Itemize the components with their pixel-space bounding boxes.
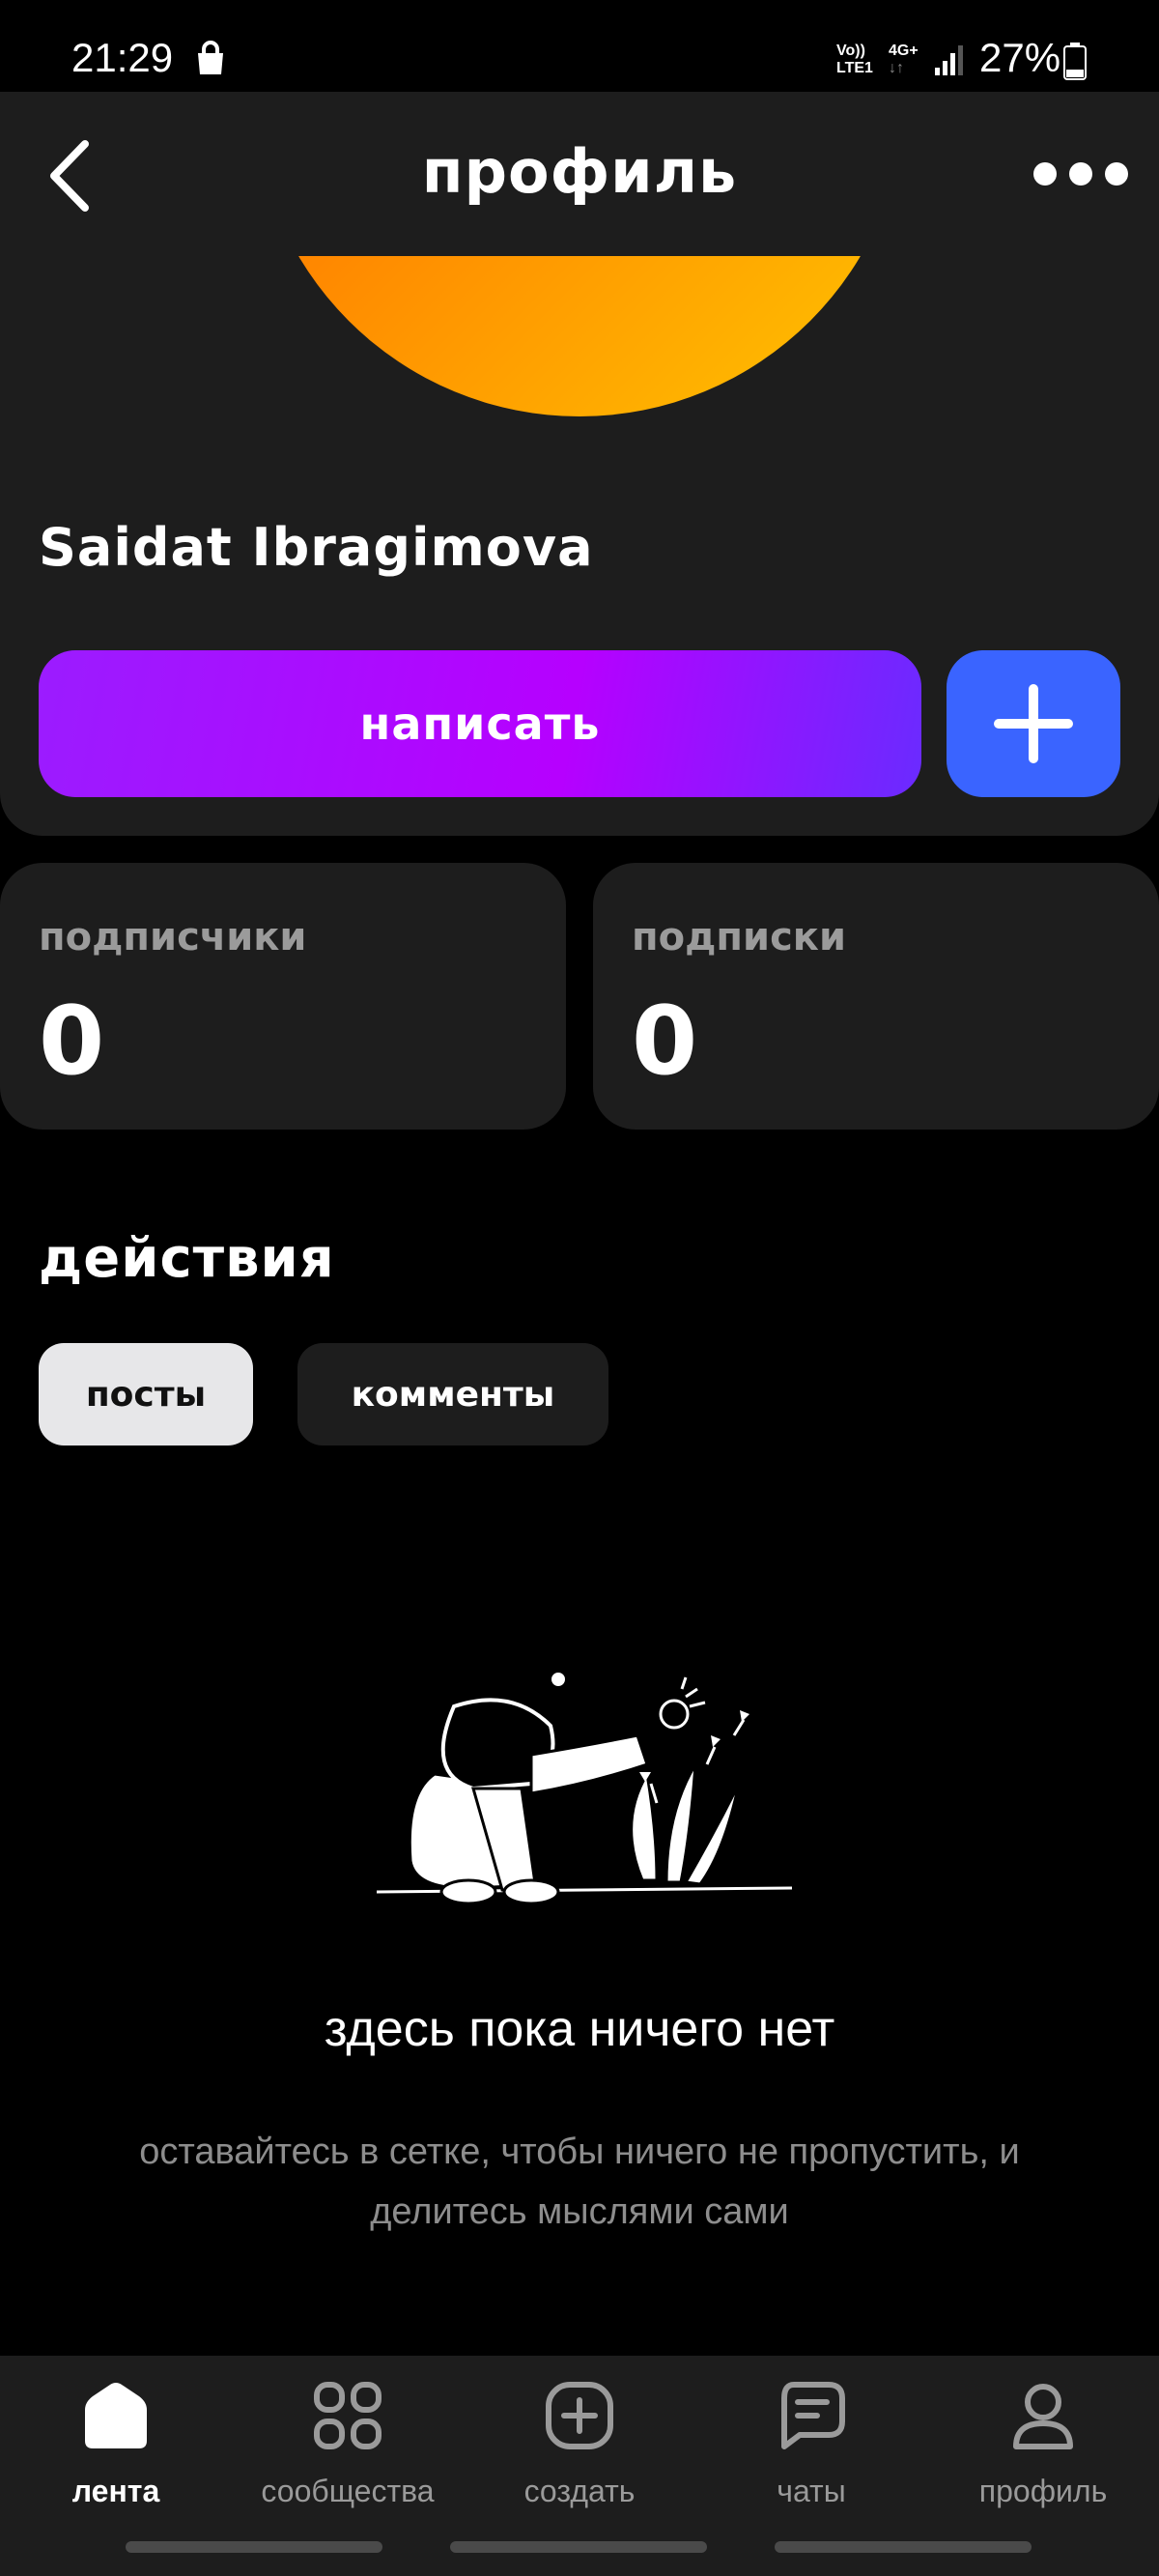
user-icon <box>1013 2384 1073 2449</box>
status-bar: 21:29 Vo)) LTE1 4G+ ↓↑ 27% <box>0 0 1159 92</box>
nav-item-create[interactable]: создать <box>464 2356 695 2539</box>
nav-label-feed: лента <box>71 2474 160 2508</box>
following-card[interactable]: подписки 0 <box>593 863 1159 1130</box>
gesture-bar-right <box>775 2541 1032 2553</box>
data-type: 4G+ ↓↑ <box>889 43 919 77</box>
network-volte: Vo)) <box>836 43 865 59</box>
nav-label-create: создать <box>523 2474 636 2508</box>
nav-item-chats[interactable]: чаты <box>695 2356 927 2539</box>
empty-state-title: здесь пока ничего нет <box>324 2001 835 2057</box>
empty-state-text: оставайтесь в сетке, чтобы ничего не про… <box>139 2132 1020 2232</box>
page-title: профиль <box>421 136 738 207</box>
home-icon <box>85 2383 147 2448</box>
app-bar: профиль <box>0 92 1159 256</box>
data-arrows-icon: ↓↑ <box>889 60 904 76</box>
followers-card[interactable]: подписчики 0 <box>0 863 566 1130</box>
nav-label-chats: чаты <box>777 2474 846 2508</box>
section-title-activity: действия <box>39 1227 335 1290</box>
network-indicator: Vo)) LTE1 <box>836 43 873 77</box>
tab-posts[interactable]: посты <box>39 1343 253 1445</box>
profile-name: Saidat Ibragimova <box>39 517 594 578</box>
grid-icon <box>314 2382 382 2449</box>
nav-item-feed[interactable]: лента <box>0 2356 232 2539</box>
gesture-bar-left <box>126 2541 382 2553</box>
nav-label-communities: сообщества <box>261 2474 435 2508</box>
chat-icon <box>781 2382 845 2449</box>
battery-percent: 27% <box>979 35 1061 80</box>
signal-icon <box>935 45 963 75</box>
nav-label-profile: профиль <box>978 2474 1108 2508</box>
create-plus-icon <box>546 2382 613 2449</box>
write-message-button[interactable]: написать <box>39 650 921 797</box>
following-label: подписки <box>632 915 846 959</box>
more-horizontal-icon[interactable] <box>1028 150 1134 198</box>
network-lte: LTE1 <box>836 60 873 76</box>
nav-item-profile[interactable]: профиль <box>927 2356 1159 2539</box>
data-type-label: 4G+ <box>889 43 919 59</box>
followers-count: 0 <box>39 987 105 1097</box>
empty-state-illustration <box>376 1671 793 1905</box>
following-count: 0 <box>632 987 698 1097</box>
gesture-bar-center <box>450 2541 707 2553</box>
profile-card: профиль Saidat Ibragimova написать <box>0 92 1159 836</box>
shopping-bag-icon <box>198 41 223 74</box>
plus-icon <box>994 684 1073 763</box>
add-friend-button[interactable] <box>947 650 1120 797</box>
followers-label: подписчики <box>39 915 307 959</box>
tab-comments[interactable]: комменты <box>297 1343 608 1445</box>
nav-item-communities[interactable]: сообщества <box>232 2356 464 2539</box>
status-time: 21:29 <box>71 35 174 80</box>
battery-icon <box>1063 43 1087 80</box>
